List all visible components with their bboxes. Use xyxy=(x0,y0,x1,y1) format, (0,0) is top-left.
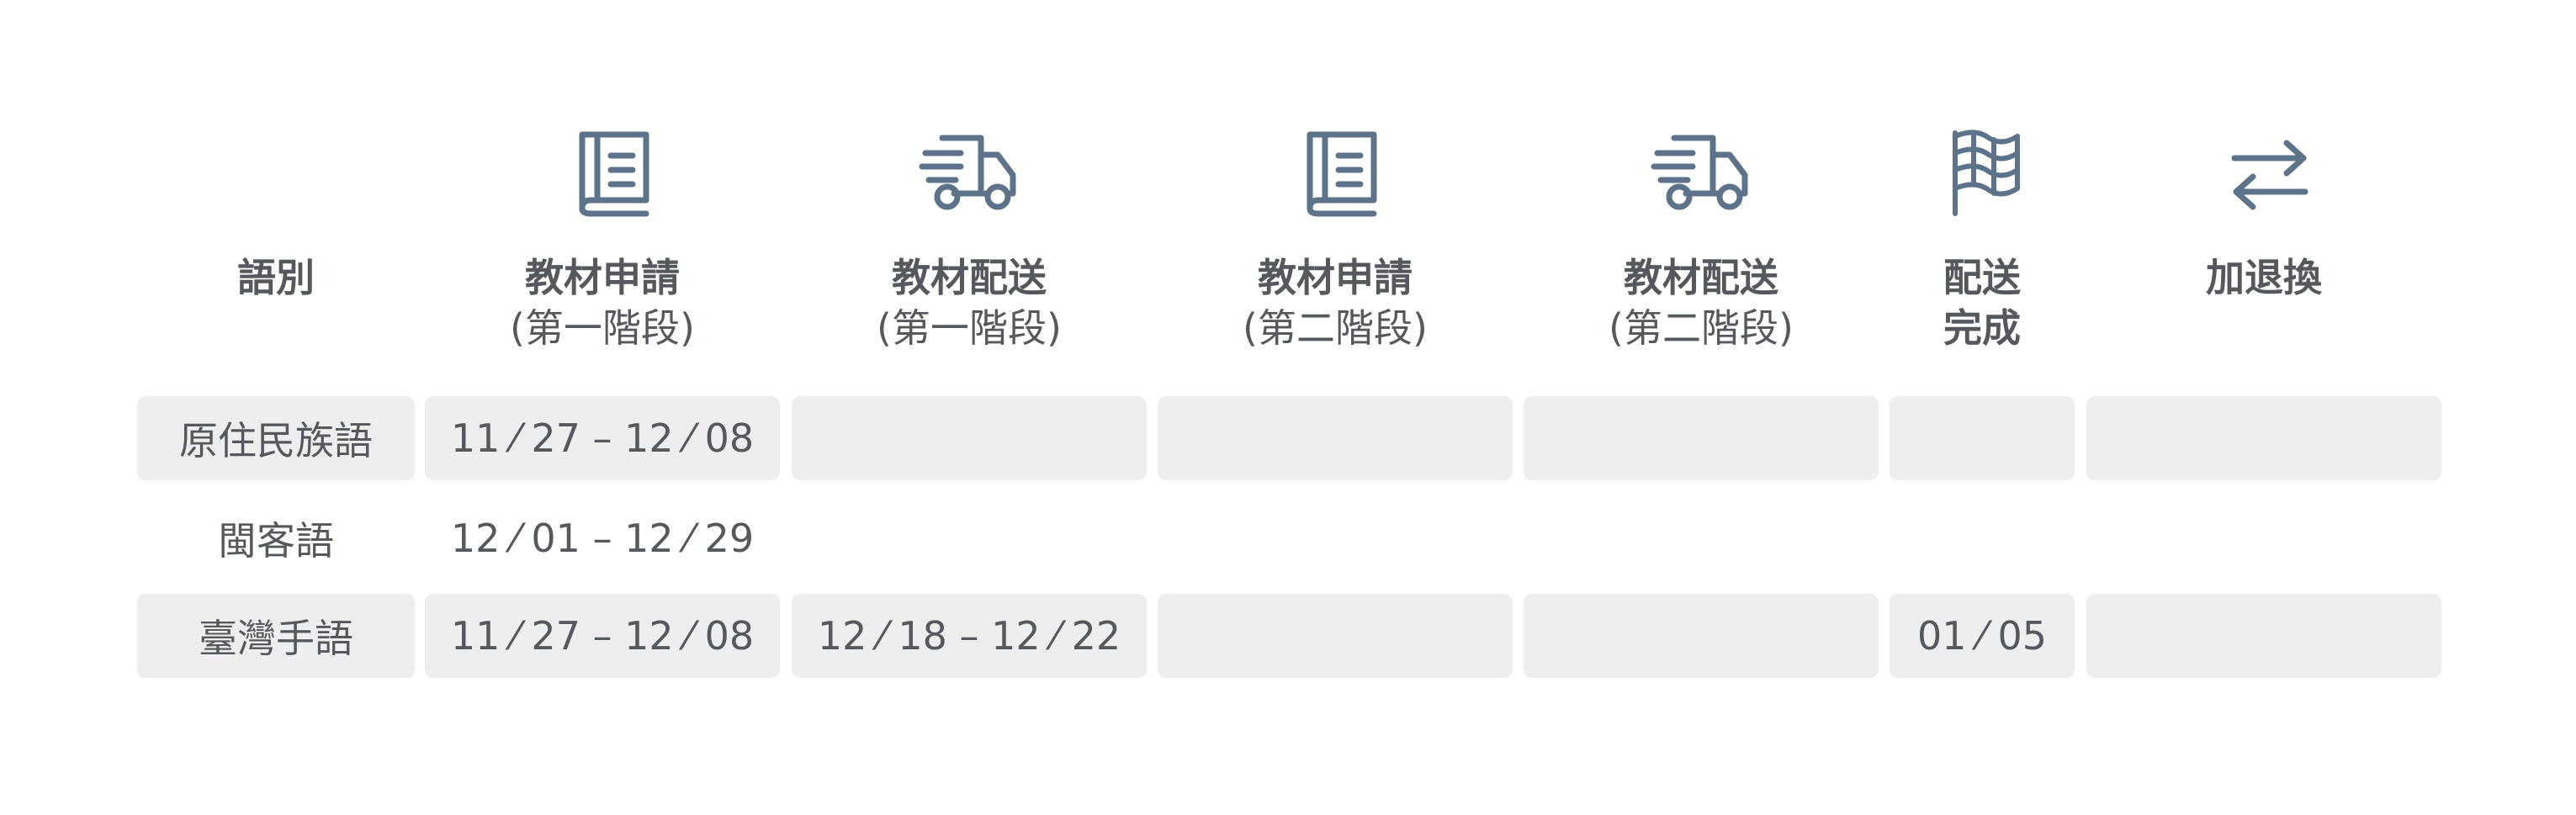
header-col-6: 加退換 xyxy=(2206,255,2322,300)
row-language-label: 閩客語 xyxy=(218,518,334,564)
table-cell xyxy=(2086,496,2441,580)
table-cell xyxy=(1158,396,1513,480)
table-cell: 11 ⁄ 27 – 12 ⁄ 08 xyxy=(425,594,780,678)
flag-icon xyxy=(1942,126,2026,219)
table-cell: 12 ⁄ 18 – 12 ⁄ 22 xyxy=(792,594,1147,678)
header-col-5: 配送 完成 xyxy=(1943,255,2021,351)
delivery-truck-icon xyxy=(1649,126,1758,219)
header-col-2: 教材配送 (第一階段) xyxy=(877,255,1062,351)
row-language-label: 原住民族語 xyxy=(137,396,415,480)
table-cell xyxy=(792,496,1147,580)
book-icon xyxy=(1300,126,1384,219)
delivery-truck-icon xyxy=(917,126,1026,219)
header-col-3: 教材申請 (第二階段) xyxy=(1243,255,1428,351)
table-cell xyxy=(1524,496,1879,580)
table-cell xyxy=(2086,396,2441,480)
table-cell: 01 ⁄ 05 xyxy=(1890,594,2075,678)
header-col-1: 教材申請 (第一階段) xyxy=(510,255,695,351)
table-cell: 12 ⁄ 01 – 12 ⁄ 29 xyxy=(450,516,755,561)
table-cell xyxy=(792,396,1147,480)
table-cell xyxy=(1158,496,1513,580)
table-cell xyxy=(1158,594,1513,678)
table-cell xyxy=(1890,396,2075,480)
exchange-arrows-icon xyxy=(2228,126,2312,219)
header-col-4: 教材配送 (第二階段) xyxy=(1609,255,1794,351)
table-cell xyxy=(1524,396,1879,480)
table-cell xyxy=(2086,594,2441,678)
table-cell: 11 ⁄ 27 – 12 ⁄ 08 xyxy=(425,396,780,480)
table-cell xyxy=(1890,496,2075,580)
table-cell xyxy=(1524,594,1879,678)
row-language-label: 臺灣手語 xyxy=(137,594,415,678)
header-language: 語別 xyxy=(237,255,315,300)
book-icon xyxy=(572,126,656,219)
